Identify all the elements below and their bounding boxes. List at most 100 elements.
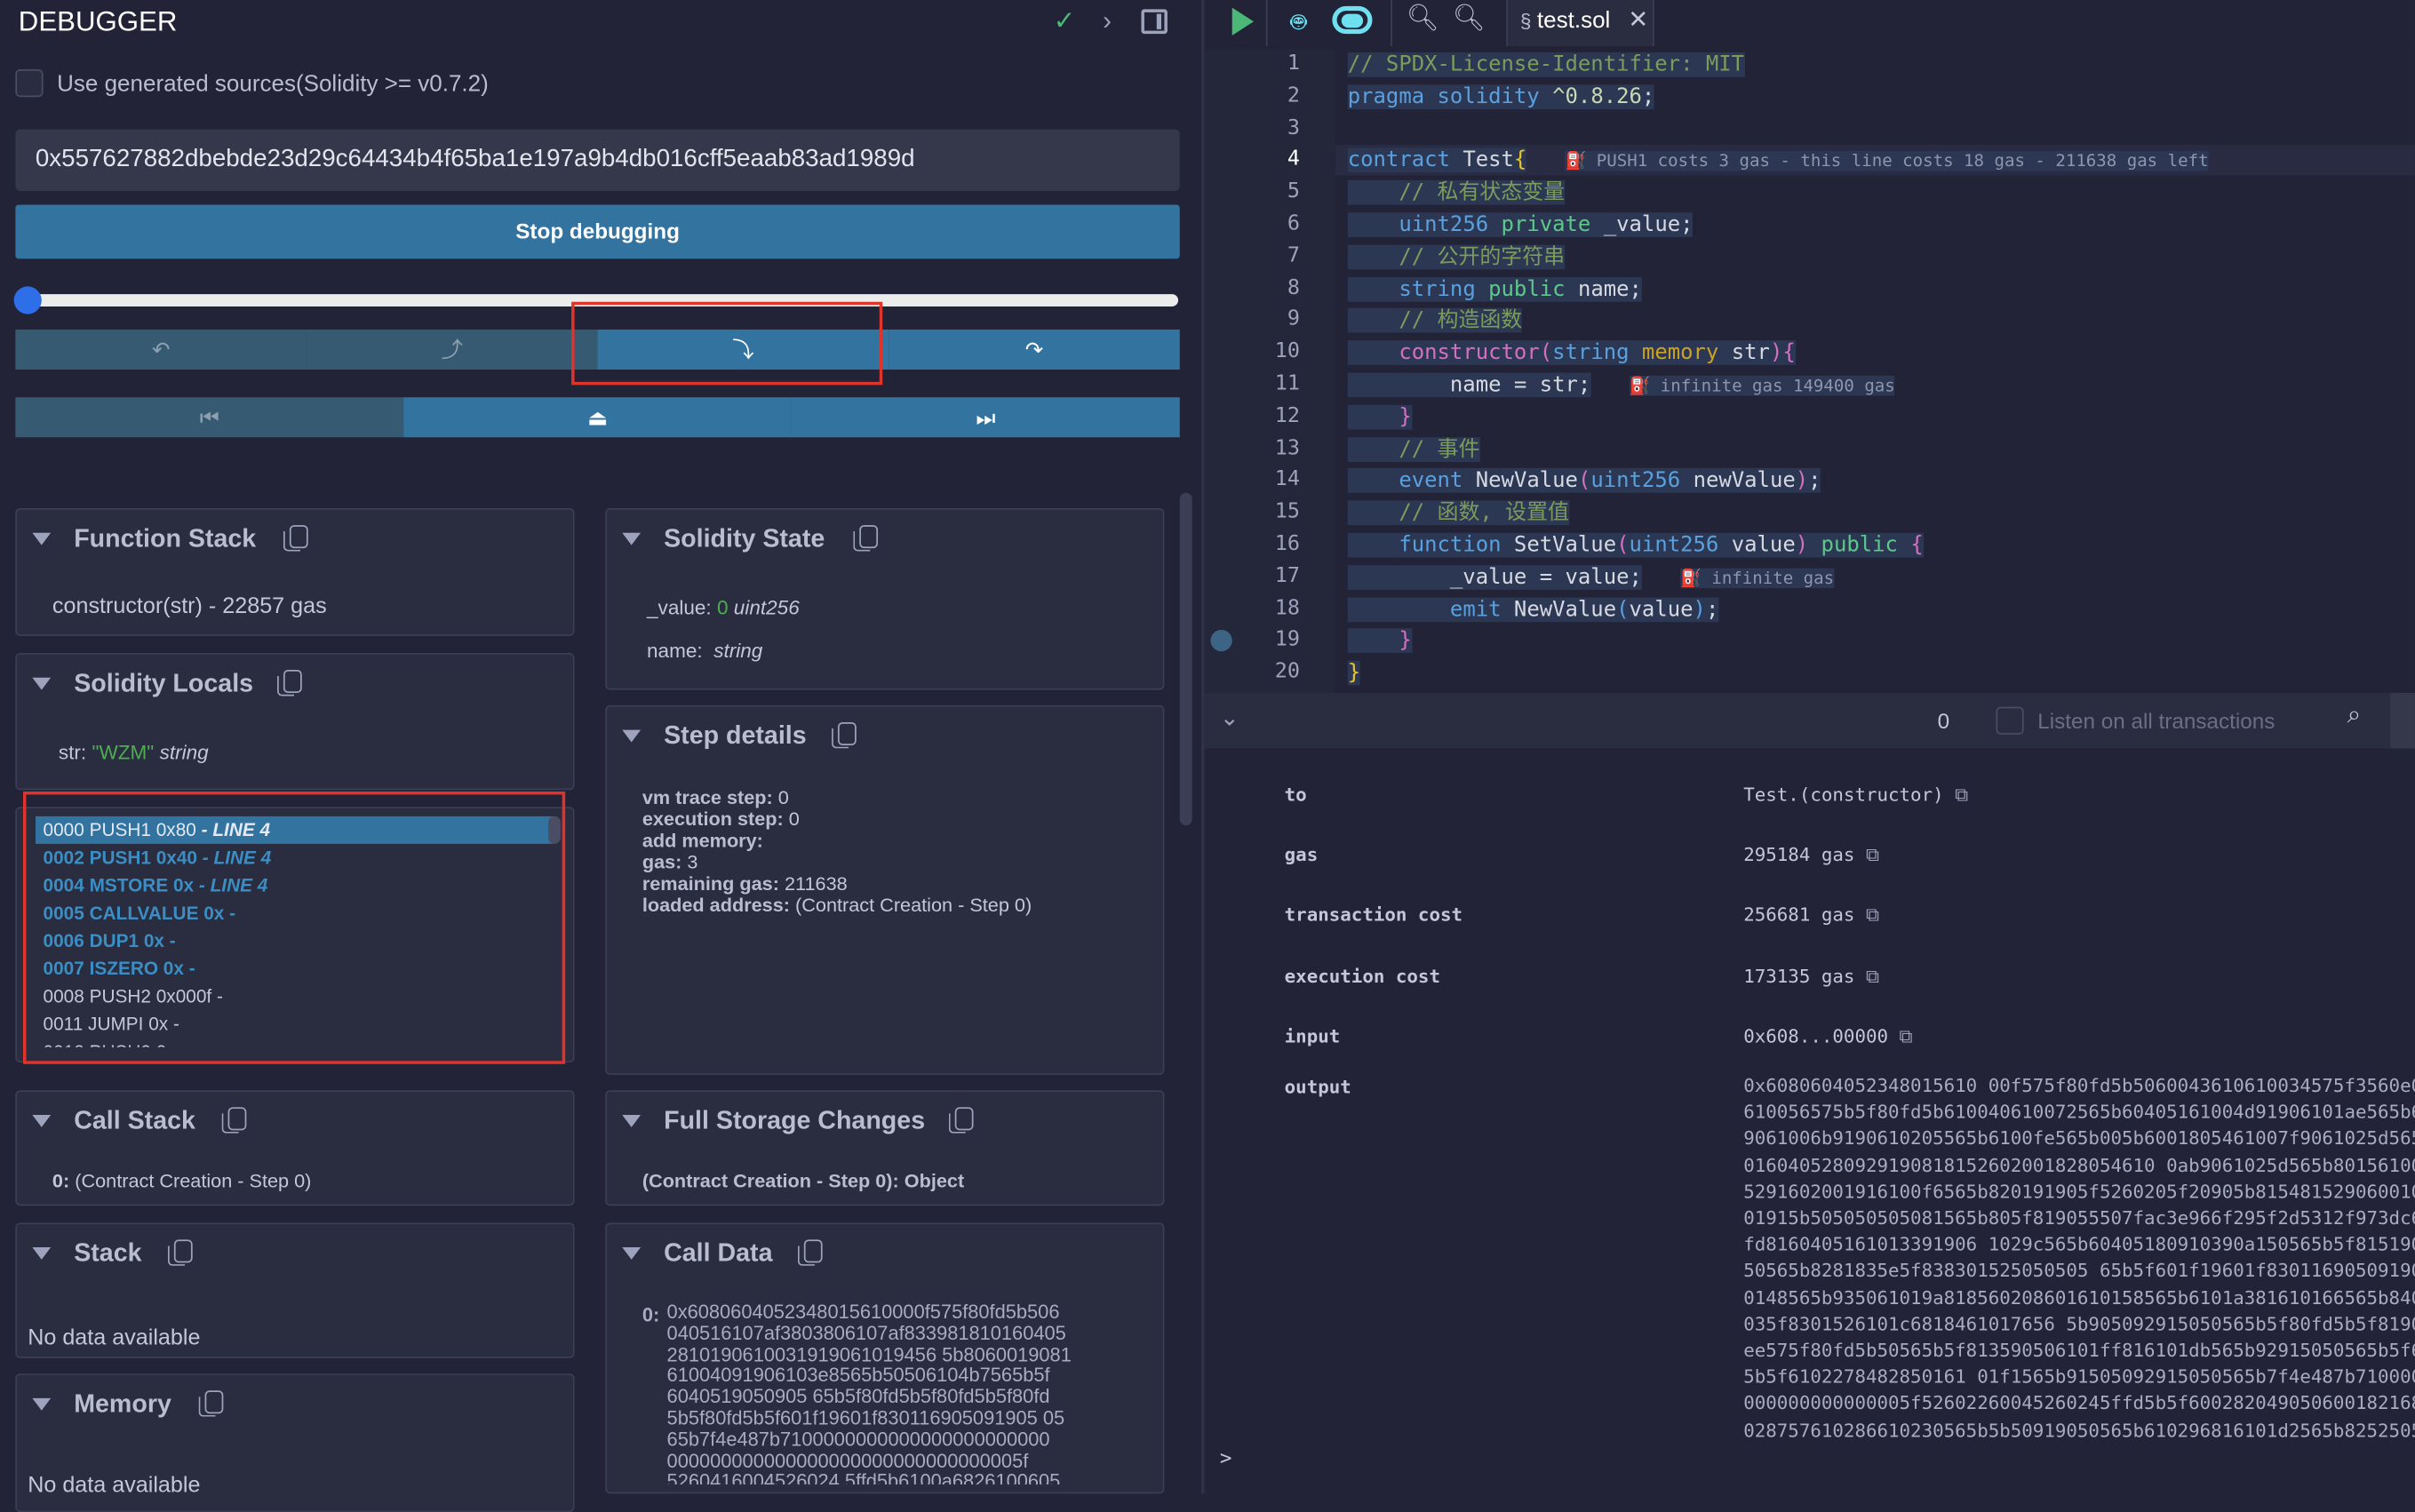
zoom-in-icon[interactable]: 🔍︎	[1453, 3, 1486, 34]
collapse-triangle-icon[interactable]	[32, 1397, 52, 1411]
listen-all-checkbox[interactable]	[1996, 706, 2024, 735]
code-line[interactable]: // 构造函数	[1347, 306, 1523, 337]
code-line[interactable]: uint256 private _value;	[1347, 210, 1694, 241]
search-icon[interactable]: ⌕	[2347, 702, 2362, 729]
chevron-right-icon[interactable]: ›	[1103, 6, 1112, 37]
collapse-triangle-icon[interactable]	[622, 532, 642, 545]
panel-title[interactable]: Call Data	[664, 1239, 772, 1269]
copy-icon[interactable]: ⧉	[1944, 784, 1968, 805]
line-number[interactable]: 3	[1232, 115, 1300, 139]
stop-debugging-button[interactable]: Stop debugging	[15, 204, 1180, 259]
line-number[interactable]: 10	[1232, 339, 1300, 364]
copy-icon[interactable]: ⧉	[1854, 965, 1879, 986]
code-line[interactable]: name = str; ⛽ infinite gas 149400 gas	[1347, 370, 1895, 401]
panel-title[interactable]: Solidity Locals	[74, 670, 253, 699]
run-icon[interactable]	[1231, 7, 1254, 36]
line-number[interactable]: 8	[1232, 275, 1300, 300]
copy-icon[interactable]	[797, 1239, 823, 1266]
collapse-triangle-icon[interactable]	[622, 1247, 642, 1260]
debugger-scrollbar[interactable]	[1179, 492, 1192, 826]
line-number[interactable]: 1	[1232, 51, 1300, 76]
collapse-triangle-icon[interactable]	[32, 1247, 52, 1260]
line-number[interactable]: 13	[1232, 435, 1300, 460]
copy-icon[interactable]	[277, 670, 302, 696]
collapse-triangle-icon[interactable]	[32, 1114, 52, 1127]
collapse-triangle-icon[interactable]	[32, 532, 52, 545]
copy-icon[interactable]	[283, 525, 308, 552]
output-line: 000000000000005f52602260045260245ffd5b5f…	[1743, 1392, 2415, 1415]
check-icon[interactable]: ✓	[1054, 6, 1076, 37]
code-line[interactable]: // SPDX-License-Identifier: MIT	[1347, 49, 1745, 80]
line-number[interactable]: 18	[1232, 595, 1300, 620]
tab-test-sol[interactable]: § test.sol ✕	[1506, 0, 1654, 47]
code-line[interactable]: constructor(string memory str){	[1347, 338, 1796, 369]
panel-title[interactable]: Memory	[74, 1390, 171, 1420]
code-line[interactable]: }	[1347, 657, 1361, 688]
copy-icon[interactable]	[832, 721, 857, 749]
toggle-icon[interactable]	[1332, 5, 1373, 35]
copy-icon[interactable]	[948, 1107, 974, 1134]
code-line[interactable]: // 私有状态变量	[1347, 178, 1566, 209]
code-line[interactable]: _value = value; ⛽ infinite gas	[1347, 561, 1835, 593]
step-out-button[interactable]: ⤴	[306, 329, 598, 370]
line-number[interactable]: 11	[1232, 371, 1300, 396]
close-tab-icon[interactable]: ✕	[1628, 4, 1648, 36]
line-number[interactable]: 5	[1232, 179, 1300, 203]
panel-title[interactable]: Stack	[74, 1239, 141, 1269]
collapse-triangle-icon[interactable]	[622, 1114, 642, 1127]
copy-icon[interactable]: ⧉	[1854, 904, 1879, 926]
transaction-hash-input[interactable]: 0x557627882dbebde23d29c64434b4f65ba1e197…	[15, 129, 1180, 191]
copy-icon[interactable]: ⧉	[1854, 844, 1879, 865]
copy-icon[interactable]	[198, 1390, 224, 1417]
code-line[interactable]: pragma solidity ^0.8.26;	[1347, 82, 1654, 113]
line-number[interactable]: 12	[1232, 403, 1300, 428]
copy-icon[interactable]	[167, 1239, 193, 1266]
line-number[interactable]: 2	[1232, 83, 1300, 107]
code-line[interactable]: // 函数, 设置值	[1347, 497, 1569, 529]
line-number[interactable]: 16	[1232, 531, 1300, 556]
collapse-triangle-icon[interactable]	[32, 677, 52, 690]
copy-icon[interactable]	[853, 525, 879, 552]
jump-next-breakpoint-button[interactable]: ⏭	[791, 397, 1180, 438]
panel-title[interactable]: Full Storage Changes	[664, 1107, 925, 1136]
line-number[interactable]: 7	[1232, 243, 1300, 268]
code-line[interactable]: string public name;	[1347, 274, 1642, 305]
line-number[interactable]: 6	[1232, 211, 1300, 235]
copy-icon[interactable]	[221, 1107, 247, 1134]
collapse-triangle-icon[interactable]	[622, 729, 642, 743]
code-line[interactable]: // 公开的字符串	[1347, 242, 1566, 273]
terminal-prompt[interactable]: >	[1220, 1447, 1232, 1470]
code-line[interactable]: function SetValue(uint256 value) public …	[1347, 529, 1924, 561]
terminal-search-input[interactable]	[2390, 693, 2415, 749]
code-line[interactable]: // 事件	[1347, 434, 1480, 465]
line-number[interactable]: 19	[1232, 627, 1300, 652]
collapse-terminal-icon[interactable]: ⌄	[1220, 704, 1239, 731]
panel-title[interactable]: Function Stack	[74, 525, 256, 554]
ai-copilot-icon[interactable]: 🤖︎	[1291, 4, 1307, 42]
panel-title[interactable]: Call Stack	[74, 1107, 195, 1136]
output-line: 01915b505050505081565b805f819055507fac3e…	[1743, 1207, 2415, 1229]
line-number[interactable]: 4	[1232, 147, 1300, 171]
zoom-out-icon[interactable]: 🔍︎	[1407, 3, 1439, 34]
panel-toggle-icon[interactable]	[1141, 9, 1168, 35]
code-line[interactable]: event NewValue(uint256 newValue);	[1347, 466, 1821, 497]
code-line[interactable]: emit NewValue(value);	[1347, 593, 1718, 625]
code-token	[1347, 212, 1399, 237]
line-number[interactable]: 14	[1232, 467, 1300, 492]
line-number[interactable]: 17	[1232, 563, 1300, 588]
copy-icon[interactable]: ⧉	[1888, 1025, 1913, 1046]
line-number[interactable]: 9	[1232, 307, 1300, 332]
jump-out-button[interactable]: ⏏	[403, 397, 792, 438]
code-line[interactable]: }	[1347, 625, 1412, 657]
step-back-button[interactable]: ↶	[15, 329, 307, 370]
panel-title[interactable]: Step details	[664, 722, 807, 752]
code-line[interactable]: }	[1347, 402, 1412, 433]
use-generated-sources-checkbox[interactable]	[15, 69, 44, 98]
line-number[interactable]: 15	[1232, 499, 1300, 524]
step-slider-handle[interactable]	[13, 286, 42, 314]
line-number[interactable]: 20	[1232, 659, 1300, 684]
jump-previous-breakpoint-button[interactable]: ⏮	[15, 397, 404, 438]
code-line[interactable]: contract Test{ ⛽ PUSH1 costs 3 gas - thi…	[1347, 146, 2209, 177]
step-over-button[interactable]: ↷	[889, 329, 1180, 370]
panel-title[interactable]: Solidity State	[664, 525, 825, 554]
